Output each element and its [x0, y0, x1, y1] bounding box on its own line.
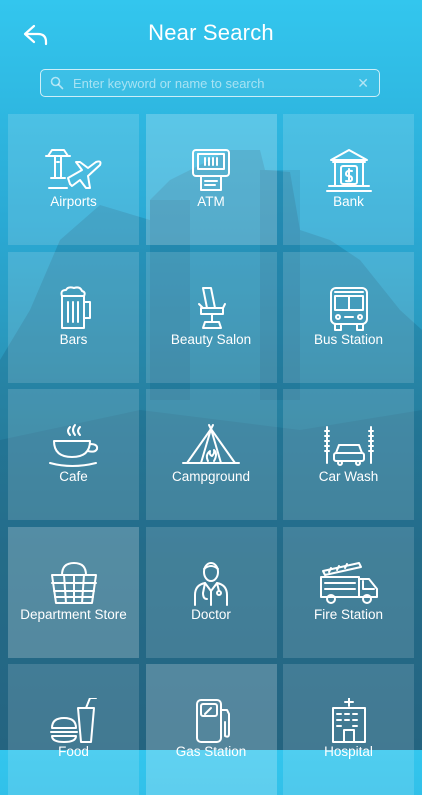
bus-icon: [329, 286, 368, 331]
airport-icon: [44, 149, 101, 189]
category-grid: Airports ATM Bank Bars Beauty Salon Bus …: [8, 114, 414, 795]
fast-food-icon: [49, 698, 97, 743]
category-tile-hospital[interactable]: Hospital: [283, 664, 414, 795]
category-tile-beauty-salon[interactable]: Beauty Salon: [145, 251, 277, 383]
atm-icon: [192, 149, 230, 191]
category-tile-bank[interactable]: Bank: [283, 114, 414, 245]
category-tile-bars[interactable]: Bars: [8, 251, 139, 383]
category-tile-airports[interactable]: Airports: [8, 114, 139, 245]
category-label: Campground: [171, 469, 251, 484]
fire-truck-icon: [319, 561, 378, 604]
category-label: Bank: [333, 194, 364, 209]
beer-icon: [60, 285, 91, 329]
category-label: Airports: [50, 194, 97, 209]
category-label: Cafe: [59, 469, 88, 484]
car-wash-icon: [323, 426, 374, 466]
tent-icon: [182, 424, 240, 464]
category-tile-gas-station[interactable]: Gas Station: [145, 664, 277, 795]
category-tile-car-wash[interactable]: Car Wash: [283, 389, 414, 520]
category-tile-department-store[interactable]: Department Store: [8, 526, 139, 658]
page-title: Near Search: [148, 20, 274, 45]
category-label: Fire Station: [313, 606, 384, 622]
app-header: Near Search: [0, 0, 422, 68]
category-label: Hospital: [324, 744, 373, 759]
category-label: Car Wash: [318, 469, 379, 484]
category-label: ATM: [197, 194, 225, 209]
category-label: Bars: [59, 331, 88, 347]
category-label: Food: [58, 744, 89, 759]
category-label: Doctor: [191, 606, 231, 622]
category-tile-atm[interactable]: ATM: [145, 114, 277, 245]
category-label: Beauty Salon: [170, 331, 252, 347]
bank-icon: [325, 149, 372, 192]
salon-chair-icon: [198, 286, 226, 329]
category-label: Bus Station: [313, 331, 384, 347]
category-tile-cafe[interactable]: Cafe: [8, 389, 139, 520]
hospital-icon: [331, 698, 366, 743]
clear-icon[interactable]: ✕: [357, 74, 369, 92]
gas-pump-icon: [196, 699, 230, 743]
basket-icon: [50, 561, 97, 604]
search-icon: [50, 76, 64, 90]
doctor-icon: [194, 561, 228, 606]
search-input[interactable]: [73, 73, 343, 93]
category-tile-bus-station[interactable]: Bus Station: [283, 251, 414, 383]
category-tile-campground[interactable]: Campground: [145, 389, 277, 520]
coffee-cup-icon: [48, 424, 98, 467]
category-tile-fire-station[interactable]: Fire Station: [283, 526, 414, 658]
category-tile-food[interactable]: Food: [8, 664, 139, 795]
category-label: Department Store: [20, 606, 127, 622]
category-label: Gas Station: [175, 744, 247, 759]
category-tile-doctor[interactable]: Doctor: [145, 526, 277, 658]
search-bar[interactable]: ✕: [40, 69, 380, 97]
